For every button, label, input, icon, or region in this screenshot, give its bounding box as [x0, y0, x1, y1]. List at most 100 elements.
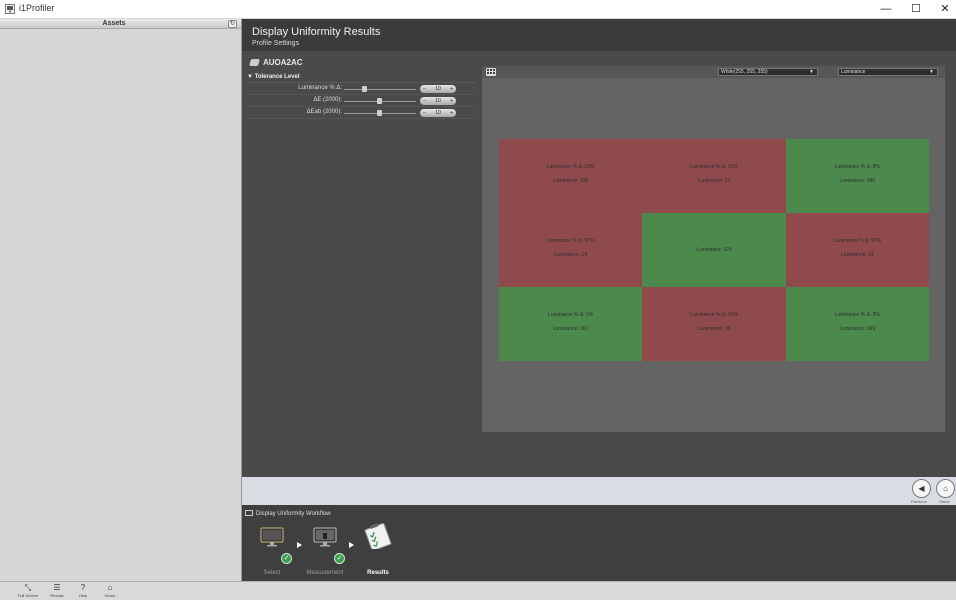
workflow-title: Display Uniformity Workflow — [245, 510, 331, 517]
uniformity-cell-reference: Luminance: 324 — [642, 213, 786, 287]
step-label: Results — [367, 570, 389, 576]
patch-dropdown[interactable]: White(255, 255, 255) ▼ — [718, 68, 818, 76]
cell-delta-text: Luminance % Δ: 93% — [690, 164, 738, 170]
results-button[interactable]: ☰ Results — [44, 583, 70, 598]
device-icon — [249, 59, 260, 66]
luminance-slider[interactable] — [344, 89, 416, 90]
home-button[interactable]: ⌂ — [936, 479, 955, 498]
window-title: i1Profiler — [19, 3, 55, 13]
tolerance-label: ΔEab (2000): — [306, 109, 342, 115]
uniformity-cell: Luminance % Δ: 1% Luminance: 361 — [499, 287, 643, 361]
tolerance-section: ▼ Tolerance Level Luminance % Δ: −10 + ΔE… — [246, 74, 476, 119]
uniformity-cell: Luminance % Δ: 97% Luminance: 14 — [499, 213, 643, 287]
workflow-step-select[interactable]: ✓ Select — [247, 527, 297, 576]
fullscreen-icon: ⤡ — [24, 583, 32, 592]
profile-settings-label: Profile Settings — [252, 40, 300, 47]
help-button[interactable]: ? Help — [70, 583, 96, 598]
deab2000-stepper[interactable]: −10 + — [420, 109, 456, 117]
check-icon: ✓ — [281, 553, 292, 564]
chevron-down-icon: ▼ — [809, 69, 814, 75]
tolerance-row-de2000: ΔE (2000): −10 + — [246, 95, 476, 107]
device-label: AUOA2AC — [263, 58, 303, 67]
maximize-button[interactable]: ☐ — [901, 0, 931, 19]
tolerance-label: Luminance % Δ: — [298, 85, 342, 91]
page-title: Display Uniformity Results — [252, 26, 381, 38]
nav-strip: ◀ Previous ⌂ Home — [242, 477, 956, 505]
check-icon: ✓ — [334, 553, 345, 564]
cell-delta-text: Luminance % Δ: 97% — [546, 238, 595, 244]
cell-luminance-text: Luminance: 361 — [552, 326, 589, 332]
de2000-stepper[interactable]: −10 + — [420, 97, 456, 105]
monitor-icon — [260, 527, 284, 547]
refresh-icon[interactable]: ↻ — [228, 20, 237, 28]
workflow-step-results[interactable]: Results — [353, 523, 403, 576]
device-name: AUOA2AC — [249, 58, 303, 67]
tolerance-row-deab2000: ΔEab (2000): −10 + — [246, 107, 476, 119]
workflow-panel: Display Uniformity Workflow ✓ Select ✓ M… — [242, 505, 956, 581]
cell-delta-text: Luminance % Δ: 3% — [834, 312, 880, 318]
app-icon — [5, 4, 15, 14]
minimize-button[interactable]: — — [871, 0, 901, 19]
increment-button[interactable]: + — [450, 109, 453, 117]
uniformity-cell: Luminance % Δ: 10% Luminance: 330 — [499, 139, 643, 213]
tolerance-label: ΔE (2000): — [313, 97, 342, 103]
deab2000-slider-thumb[interactable] — [377, 110, 382, 116]
increment-button[interactable]: + — [450, 85, 453, 93]
workflow-step-measurement[interactable]: ✓ Measurement — [300, 527, 350, 576]
metric-dropdown-value: Luminance — [841, 69, 866, 75]
home-icon: ⌂ — [107, 583, 113, 592]
tolerance-row-luminance: Luminance % Δ: −10 + — [246, 83, 476, 95]
main-header: Display Uniformity Results Profile Setti… — [242, 19, 956, 51]
toolbar-label: Results — [50, 593, 64, 598]
cell-delta-text: Luminance % Δ: 93% — [690, 312, 738, 318]
full-screen-button[interactable]: ⤡ Full Screen — [15, 583, 41, 598]
uniformity-cell: Luminance % Δ: 97% Luminance: 14 — [785, 213, 929, 287]
uniformity-panel: White(255, 255, 255) ▼ Luminance ▼ Luminan… — [482, 66, 945, 432]
window-titlebar: i1Profiler — ☐ ✕ — [0, 0, 956, 19]
cell-delta-text: Luminance % Δ: 97% — [833, 238, 882, 244]
clipboard-icon — [364, 523, 392, 551]
tolerance-title: Tolerance Level — [254, 74, 300, 80]
de2000-slider-thumb[interactable] — [377, 98, 382, 104]
cell-luminance-text: Luminance: 14 — [840, 252, 874, 258]
assets-header: Assets ↻ — [0, 19, 241, 29]
cell-luminance-text: Luminance: 14 — [554, 252, 588, 258]
toolbar-label: Full Screen — [17, 593, 39, 598]
monitor-icon — [313, 527, 337, 547]
previous-button[interactable]: ◀ — [912, 479, 931, 498]
increment-button[interactable]: + — [450, 97, 453, 105]
workflow-title-text: Display Uniformity Workflow — [256, 511, 331, 517]
uniformity-cell: Luminance % Δ: 93% Luminance: 22 — [642, 139, 786, 213]
luminance-slider-thumb[interactable] — [362, 86, 367, 92]
panel-toolbar: White(255, 255, 255) ▼ Luminance ▼ — [482, 66, 945, 78]
previous-label: Previous — [911, 499, 927, 504]
cell-luminance-text: Luminance: 22 — [697, 178, 731, 184]
uniformity-grid: Luminance % Δ: 10% Luminance: 330 Luminan… — [499, 139, 929, 361]
assets-title: Assets — [102, 20, 126, 27]
grid-icon[interactable] — [486, 68, 496, 76]
step-label: Select — [263, 570, 281, 576]
step-label: Measurement — [306, 570, 344, 576]
cell-delta-text: Luminance % Δ: 1% — [548, 312, 594, 318]
cell-delta-text: Luminance % Δ: 8% — [834, 164, 880, 170]
main-content: Display Uniformity Results Profile Setti… — [242, 19, 956, 477]
cell-luminance-text: Luminance: 369 — [839, 326, 876, 332]
luminance-stepper[interactable]: −10 + — [420, 85, 456, 93]
list-icon: ☰ — [53, 583, 61, 592]
cell-luminance-text: Luminance: 324 — [696, 247, 732, 253]
cell-luminance-text: Luminance: 26 — [697, 326, 731, 332]
close-button[interactable]: ✕ — [930, 0, 956, 19]
patch-dropdown-value: White(255, 255, 255) — [721, 69, 768, 75]
metric-dropdown[interactable]: Luminance ▼ — [838, 68, 938, 76]
chevron-down-icon: ▼ — [929, 69, 934, 75]
cell-luminance-text: Luminance: 330 — [552, 178, 589, 184]
toolbar-label: Home — [104, 593, 116, 598]
tolerance-header[interactable]: ▼ Tolerance Level — [246, 74, 476, 83]
collapse-triangle-icon: ▼ — [247, 74, 255, 80]
cell-delta-text: Luminance % Δ: 10% — [546, 164, 595, 170]
uniformity-cell: Luminance % Δ: 8% Luminance: 340 — [785, 139, 929, 213]
home-toolbar-button[interactable]: ⌂ Home — [97, 583, 123, 598]
bottom-toolbar: ⤡ Full Screen ☰ Results ? Help ⌂ Home — [0, 581, 956, 600]
uniformity-cell: Luminance % Δ: 93% Luminance: 26 — [642, 287, 786, 361]
toolbar-label: Help — [78, 593, 88, 598]
